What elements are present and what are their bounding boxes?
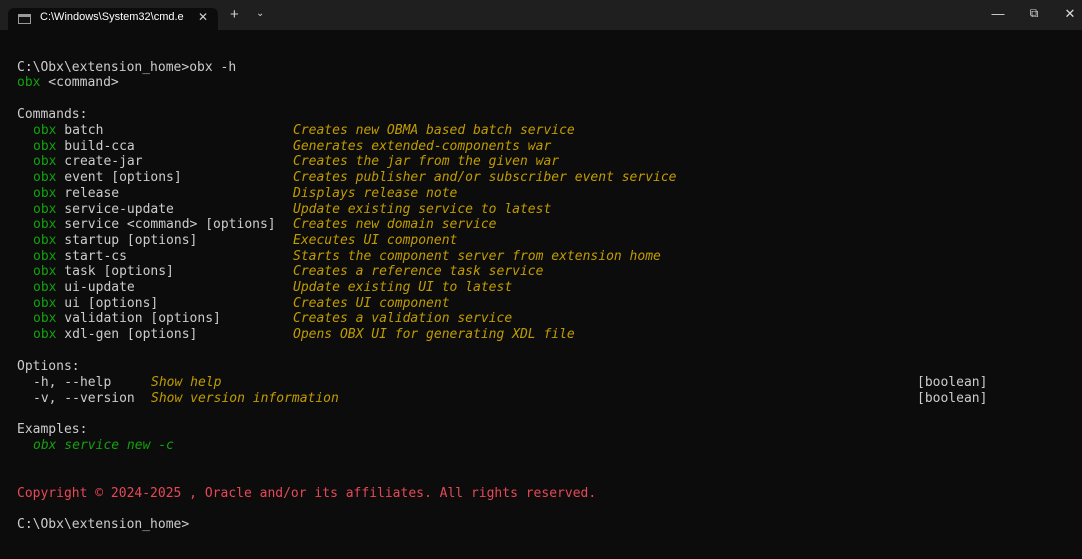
command-row: obx build-cca [33,139,135,155]
command-prefix: obx [33,123,57,138]
command-description: Update existing UI to latest [293,280,513,295]
command-row: obx task [options] [33,264,174,280]
command-prefix: obx [33,295,57,311]
terminal-tab[interactable]: C:\Windows\System32\cmd.e ✕ [8,8,218,30]
command-description: Executes UI component [293,232,458,248]
command-name: service-update [56,201,174,217]
tab-close-icon[interactable]: ✕ [198,10,208,24]
command-prefix: obx [33,311,57,327]
command-name: validation [options] [56,311,221,327]
command-name: release [56,185,120,201]
option-version-type: [boolean] [917,391,988,406]
prompt: C:\Obx\extension_home> [17,60,190,75]
close-button[interactable]: ✕ [1060,6,1080,22]
examples-header: Examples: [17,422,88,437]
tab-dropdown-button[interactable]: ⌄ [256,8,264,19]
command-description: Creates UI component [293,295,450,311]
command-description: Creates the jar from the given war [293,154,560,170]
option-help-flag: -h, --help [33,375,112,390]
command-description: Creates a reference task service [293,264,544,280]
usage-prefix: obx [17,75,41,90]
tab-title: C:\Windows\System32\cmd.e [40,11,184,23]
command-row: obx start-cs [33,249,127,265]
command-row: obx event [options] [33,170,182,186]
maximize-button[interactable]: ⧉ [1024,6,1044,21]
command-row: obx ui-update [33,280,135,296]
command-prefix: obx [33,264,57,280]
minimize-button[interactable]: — [988,6,1008,21]
option-help-desc: Show help [151,375,222,390]
command-name: ui-update [56,280,135,295]
command-prefix: obx [33,154,57,170]
command-name: batch [56,123,104,138]
command-description: Opens OBX UI for generating XDL file [293,327,575,343]
example-command: obx service new -c [33,438,174,453]
command-name: create-jar [56,154,143,170]
command-text: obx -h [189,60,237,75]
command-row: obx startup [options] [33,233,197,249]
new-tab-button[interactable]: + [230,6,239,23]
command-description: Creates publisher and/or subscriber even… [293,170,677,186]
command-name: start-cs [56,248,127,264]
command-description: Displays release note [293,185,458,201]
option-version-desc: Show version information [151,391,339,406]
command-row: obx service-update [33,202,174,218]
command-prefix: obx [33,185,57,201]
commands-header: Commands: [17,107,88,122]
option-help-type: [boolean] [917,375,988,390]
command-description: Creates new domain service [293,217,497,233]
command-prefix: obx [33,232,57,248]
command-description: Starts the component server from extensi… [293,248,661,264]
command-prefix: obx [33,327,57,343]
command-name: ui [options] [56,295,159,311]
command-row: obx ui [options] [33,296,158,312]
command-row: obx batch [33,123,103,139]
copyright-notice: Copyright © 2024-2025 , Oracle and/or it… [17,486,597,501]
command-row: obx release [33,186,119,202]
command-description: Update existing service to latest [293,201,552,217]
command-name: xdl-gen [options] [56,327,198,343]
command-name: task [options] [56,264,174,280]
command-row: obx xdl-gen [options] [33,327,197,343]
command-row: obx create-jar [33,154,143,170]
command-name: event [options] [56,170,182,186]
command-prefix: obx [33,201,57,217]
command-row: obx validation [options] [33,311,221,327]
command-description: Creates a validation service [293,311,513,327]
options-header: Options: [17,359,80,374]
command-prefix: obx [33,217,57,233]
prompt-line: C:\Obx\extension_home>obx -h [17,60,236,76]
command-prefix: obx [33,138,57,154]
usage-rest: <command> [40,75,119,90]
command-prefix: obx [33,280,57,295]
command-name: startup [options] [56,232,198,248]
command-description: Creates new OBMA based batch service [293,123,575,138]
terminal-icon [18,14,31,24]
command-row: obx service <command> [options] [33,217,276,233]
title-bar: C:\Windows\System32\cmd.e ✕ + ⌄ — ⧉ ✕ [0,0,1082,30]
command-description: Generates extended-components war [293,138,552,154]
prompt-line-current: C:\Obx\extension_home> [17,517,190,532]
command-name: build-cca [56,138,135,154]
usage-line: obx <command> [17,75,119,91]
command-prefix: obx [33,170,57,186]
option-version-flag: -v, --version [33,391,135,406]
command-name: service <command> [options] [56,217,276,233]
command-prefix: obx [33,248,57,264]
